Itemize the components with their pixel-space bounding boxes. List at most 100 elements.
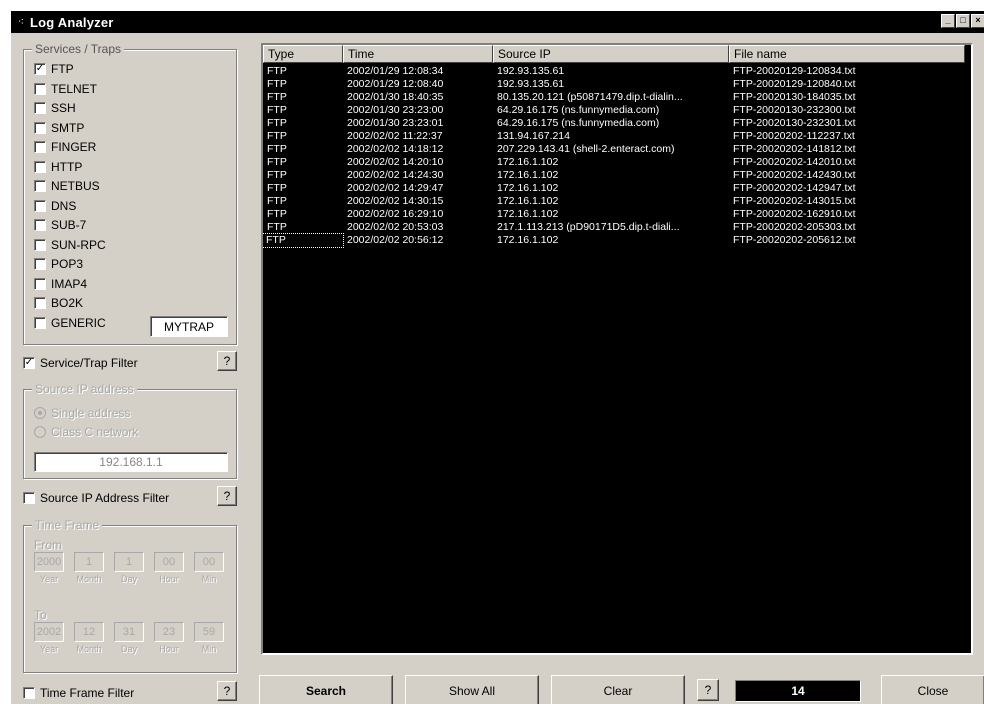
service-checkbox-netbus[interactable]: NETBUS — [34, 177, 100, 195]
cell-source-ip-text: 172.16.1.102 — [497, 208, 559, 220]
to-day-input[interactable]: 31 — [114, 622, 144, 642]
column-header-type[interactable]: Type — [263, 45, 343, 63]
cell-source-ip: 172.16.1.102 — [493, 234, 729, 247]
cell-file-name-text: FTP-20020129-120834.txt — [733, 65, 856, 77]
class-c-radio[interactable]: Class C network — [34, 423, 138, 441]
title-bar[interactable]: ⁖ Log Analyzer _ □ × — [11, 11, 984, 33]
cell-type-text: FTP — [267, 104, 287, 116]
from-year-input[interactable]: 2000 — [34, 552, 64, 572]
result-count: 14 — [735, 680, 861, 702]
to-min-input[interactable]: 59 — [194, 622, 224, 642]
service-checkbox-pop3[interactable]: POP3 — [34, 255, 83, 273]
table-row[interactable]: FTP 2002/01/29 12:08:40 192.93.135.61 FTP-2… — [263, 78, 971, 91]
checkbox-box[interactable] — [34, 82, 46, 95]
service-label: SUN-RPC — [51, 237, 106, 252]
checkbox-box[interactable] — [34, 141, 46, 153]
from-hour-input[interactable]: 00 — [154, 552, 184, 572]
service-checkbox-dns[interactable]: DNS — [34, 197, 76, 215]
checkbox-box[interactable] — [34, 297, 46, 309]
service-checkbox-ssh[interactable]: SSH — [34, 99, 76, 117]
service-checkbox-finger[interactable]: FINGER — [34, 138, 96, 156]
checkbox-box[interactable] — [34, 102, 46, 114]
to-month-caption: Month — [76, 644, 102, 654]
service-checkbox-ftp[interactable]: ✓ FTP — [34, 60, 74, 78]
minimize-button[interactable]: _ — [941, 14, 955, 28]
search-button[interactable]: Search — [259, 675, 393, 704]
time-frame-filter-help-button[interactable]: ? — [217, 681, 237, 701]
checkbox-box[interactable] — [34, 121, 46, 134]
cell-file-name-text: FTP-20020202-142010.txt — [733, 156, 856, 168]
table-row[interactable]: FTP 2002/02/02 14:30:15 172.16.1.102 FTP-20… — [263, 195, 971, 208]
table-row[interactable]: FTP 2002/02/02 16:29:10 172.16.1.102 FTP-20… — [263, 208, 971, 221]
show-all-button[interactable]: Show All — [405, 675, 539, 704]
from-label: From — [34, 538, 62, 552]
source-ip-filter-checkbox[interactable]: Source IP Address Filter — [23, 489, 169, 507]
generic-trap-input[interactable]: MYTRAP — [150, 316, 228, 337]
source-ip-filter-help-button[interactable]: ? — [217, 486, 237, 506]
single-address-radio-dot[interactable] — [34, 407, 46, 419]
service-checkbox-telnet[interactable]: TELNET — [34, 80, 97, 98]
to-year-input[interactable]: 2002 — [34, 622, 64, 642]
close-window-button[interactable]: × — [971, 14, 984, 28]
to-hour-input[interactable]: 23 — [154, 622, 184, 642]
from-min-input[interactable]: 00 — [194, 552, 224, 572]
checkbox-box[interactable] — [34, 160, 46, 173]
clear-button[interactable]: Clear — [551, 675, 685, 704]
table-row[interactable]: FTP 2002/02/02 11:22:37 131.94.167.214 FTP-… — [263, 130, 971, 143]
checkbox-box[interactable] — [34, 219, 46, 231]
checkbox-box[interactable] — [34, 199, 46, 212]
table-row[interactable]: FTP 2002/01/30 23:23:00 64.29.16.175 (ns.f… — [263, 104, 971, 117]
table-row[interactable]: FTP 2002/02/02 14:29:47 172.16.1.102 FTP-20… — [263, 182, 971, 195]
cell-time-text: 2002/02/02 11:22:37 — [347, 130, 443, 142]
cell-file-name: FTP-20020202-142010.txt — [729, 156, 965, 169]
from-day-input[interactable]: 1 — [114, 552, 144, 572]
column-header-file-name[interactable]: File name — [729, 45, 965, 63]
service-label: HTTP — [51, 159, 83, 174]
service-checkbox-http[interactable]: HTTP — [34, 158, 82, 176]
table-row[interactable]: FTP 2002/01/30 23:23:01 64.29.16.175 (ns.f… — [263, 117, 971, 130]
service-checkbox-generic[interactable]: GENERIC — [34, 314, 106, 332]
table-row[interactable]: FTP 2002/01/30 18:40:35 80.135.20.121 (p50… — [263, 91, 971, 104]
table-row[interactable]: FTP 2002/02/02 20:56:12 172.16.1.102 FTP-20… — [263, 233, 971, 248]
service-filter-help-button[interactable]: ? — [217, 351, 237, 371]
checkbox-box[interactable] — [34, 277, 46, 290]
source-ip-filter-check[interactable] — [23, 492, 35, 504]
table-row[interactable]: FTP 2002/01/29 12:08:34 192.93.135.61 FTP-2… — [263, 65, 971, 78]
table-row[interactable]: FTP 2002/02/02 20:53:03 217.1.113.213 (pD9… — [263, 221, 971, 234]
service-filter-checkbox[interactable]: ✓ Service/Trap Filter — [23, 354, 138, 372]
from-month-input[interactable]: 1 — [74, 552, 104, 572]
service-checkbox-imap4[interactable]: IMAP4 — [34, 275, 87, 293]
checkbox-box[interactable] — [34, 316, 46, 329]
service-checkbox-sub-7[interactable]: SUB-7 — [34, 216, 86, 234]
cell-file-name: FTP-20020202-205612.txt — [729, 234, 965, 247]
table-row[interactable]: FTP 2002/02/02 14:20:10 172.16.1.102 FTP-20… — [263, 156, 971, 169]
time-frame-filter-check[interactable] — [23, 687, 35, 699]
cell-source-ip: 172.16.1.102 — [493, 182, 729, 195]
table-row[interactable]: FTP 2002/02/02 14:18:12 207.229.143.41 (sh… — [263, 143, 971, 156]
service-filter-check[interactable]: ✓ — [23, 357, 35, 369]
service-checkbox-smtp[interactable]: SMTP — [34, 119, 84, 137]
source-ip-input[interactable]: 192.168.1.1 — [34, 452, 228, 472]
time-frame-filter-checkbox[interactable]: Time Frame Filter — [23, 684, 134, 702]
checkbox-box[interactable]: ✓ — [34, 63, 46, 75]
from-hour-caption: Hour — [159, 574, 179, 584]
single-address-radio[interactable]: Single address — [34, 404, 130, 422]
service-checkbox-sun-rpc[interactable]: SUN-RPC — [34, 236, 106, 254]
cell-source-ip: 64.29.16.175 (ns.funnymedia.com) — [493, 117, 729, 130]
service-label: SMTP — [51, 120, 85, 135]
checkbox-box[interactable] — [34, 238, 46, 251]
column-header-source-ip[interactable]: Source IP — [493, 45, 729, 63]
close-button[interactable]: Close — [881, 675, 984, 704]
checkbox-box[interactable] — [34, 180, 46, 192]
maximize-button[interactable]: □ — [956, 14, 970, 28]
from-day-caption: Day — [120, 574, 137, 584]
log-list-view[interactable]: Type Time Source IP File name FTP 2002/01… — [261, 43, 973, 655]
column-header-time[interactable]: Time — [343, 45, 493, 63]
service-checkbox-bo2k[interactable]: BO2K — [34, 294, 83, 312]
table-row[interactable]: FTP 2002/02/02 14:24:30 172.16.1.102 FTP-20… — [263, 169, 971, 182]
checkbox-box[interactable] — [34, 258, 46, 270]
help-button[interactable]: ? — [697, 679, 719, 701]
to-month-input[interactable]: 12 — [74, 622, 104, 642]
list-rows: FTP 2002/01/29 12:08:34 192.93.135.61 FTP-2… — [263, 65, 971, 248]
class-c-radio-dot[interactable] — [34, 426, 46, 438]
